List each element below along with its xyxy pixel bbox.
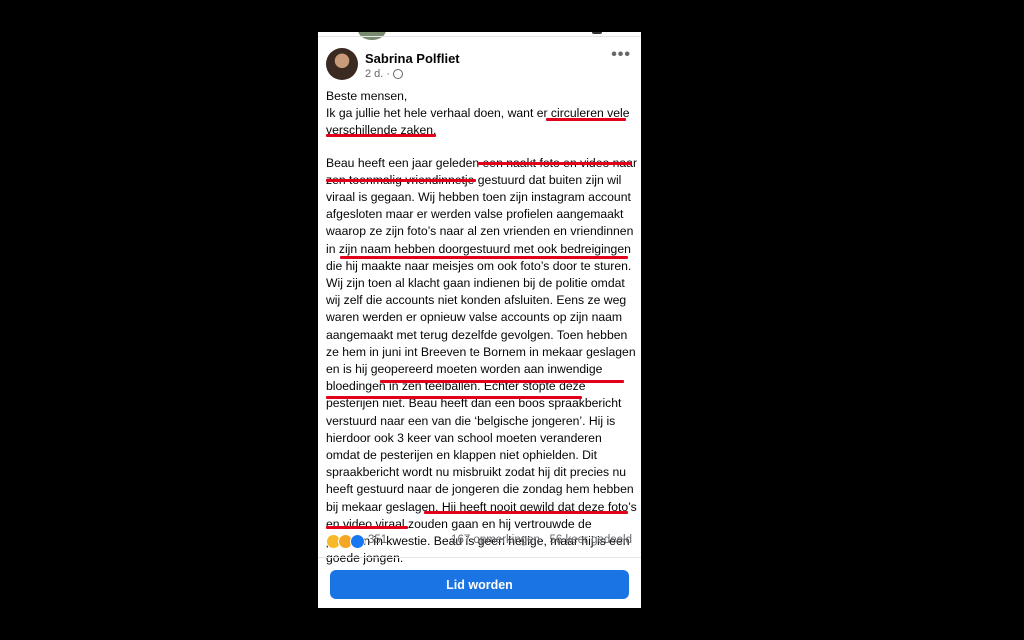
like-reaction-icon — [350, 534, 365, 549]
post-meta: 2 d. · — [365, 68, 404, 80]
red-underline — [326, 526, 408, 529]
post-text: Beste mensen, Ik ga jullie het hele verh… — [326, 88, 638, 567]
reaction-count[interactable]: 351 — [368, 534, 387, 546]
globe-icon — [393, 69, 404, 79]
red-underline — [340, 256, 628, 259]
facebook-post-screen: Sabrina Polfliet 2 d. · ••• Beste mensen… — [318, 32, 641, 608]
divider — [318, 557, 641, 558]
more-options-icon[interactable]: ••• — [611, 46, 631, 64]
share-count[interactable]: 56 keer gedeeld — [550, 534, 632, 546]
red-underline — [478, 162, 632, 165]
post-time[interactable]: 2 d. — [365, 68, 383, 80]
comment-share-stats: 167 opmerkingen 56 keer gedeeld — [451, 534, 632, 546]
post-stats: 351 167 opmerkingen 56 keer gedeeld — [326, 533, 632, 551]
red-underline — [326, 396, 582, 399]
red-underline — [326, 179, 476, 182]
previous-content-fragment — [592, 32, 602, 34]
red-underline — [546, 118, 626, 121]
join-group-button[interactable]: Lid worden — [330, 570, 629, 599]
author-avatar[interactable] — [326, 48, 358, 80]
separator-dot: · — [386, 68, 391, 80]
reaction-icons[interactable] — [326, 534, 365, 549]
red-underline — [380, 380, 624, 383]
post-greeting: Beste mensen, — [326, 89, 408, 103]
post-body: Beau heeft een jaar geleden een naakt fo… — [326, 155, 637, 566]
author-name[interactable]: Sabrina Polfliet — [365, 51, 460, 66]
comment-count[interactable]: 167 opmerkingen — [451, 534, 540, 546]
divider — [318, 36, 641, 37]
red-underline — [326, 134, 436, 137]
red-underline — [424, 511, 628, 514]
